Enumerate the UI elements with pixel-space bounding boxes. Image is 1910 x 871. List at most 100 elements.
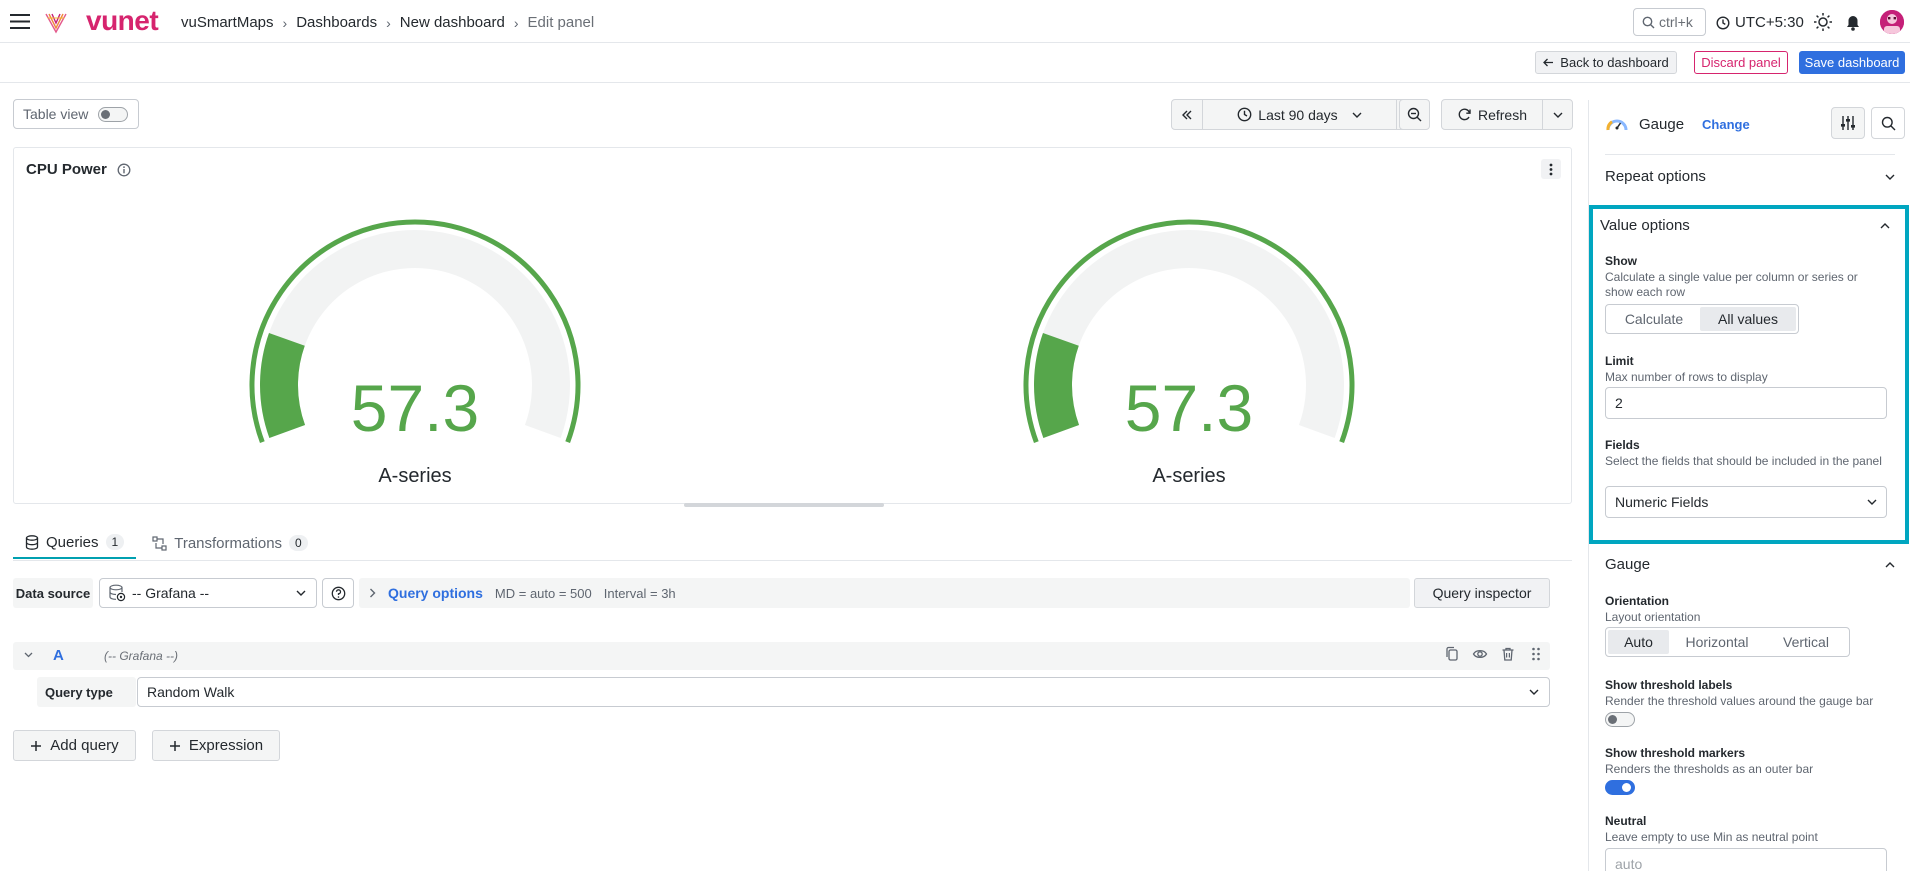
- threshold-markers-desc: Renders the thresholds as an outer bar: [1605, 762, 1814, 776]
- brand-name: vunet: [86, 5, 159, 36]
- plus-icon: [31, 740, 42, 751]
- brand-logo-icon: [45, 13, 67, 34]
- query-tabs: Queries 1 Transformations 0: [13, 527, 320, 559]
- search-icon: [1642, 16, 1655, 28]
- orientation-option-title: Orientation: [1605, 594, 1670, 608]
- orientation-auto-option[interactable]: Auto: [1608, 630, 1669, 654]
- breadcrumb-current: Edit panel: [527, 14, 595, 31]
- query-options-md: MD = auto = 500: [494, 585, 592, 601]
- save-dashboard-button[interactable]: Save dashboard: [1799, 51, 1905, 74]
- gauge-value: 57.3: [1125, 371, 1253, 445]
- gauge-value-arc: [260, 333, 306, 439]
- timezone-picker[interactable]: UTC+5:30: [1716, 14, 1804, 31]
- breadcrumb-item[interactable]: vuSmartMaps: [181, 14, 274, 31]
- options-view-button[interactable]: [1831, 107, 1865, 139]
- refresh-label: Refresh: [1477, 106, 1528, 123]
- chevrons-left-icon: [1181, 110, 1192, 119]
- zoom-out-button[interactable]: [1399, 99, 1430, 130]
- info-icon[interactable]: [117, 163, 131, 177]
- panel-preview: CPU Power 57.3 A-series 57.3 A-series: [13, 147, 1572, 504]
- refresh-button[interactable]: Refresh: [1442, 100, 1543, 129]
- threshold-labels-toggle[interactable]: [1605, 712, 1635, 727]
- gauge-section-title: Gauge: [1605, 556, 1651, 573]
- orientation-vertical-option[interactable]: Vertical: [1765, 630, 1847, 654]
- gauge-viz-icon: [1606, 119, 1628, 131]
- visualization-name: Gauge: [1639, 115, 1685, 133]
- back-to-dashboard-label: Back to dashboard: [1560, 55, 1669, 70]
- menu-icon[interactable]: [10, 13, 30, 30]
- grafana-datasource-icon: [109, 584, 126, 602]
- add-query-label: Add query: [50, 737, 119, 754]
- chevron-right-icon: ›: [386, 14, 391, 31]
- panel-resize-handle[interactable]: [684, 503, 884, 507]
- gauge-series-label: A-series: [1152, 465, 1225, 487]
- threshold-markers-toggle[interactable]: [1605, 780, 1635, 795]
- breadcrumb-item[interactable]: New dashboard: [400, 14, 505, 31]
- add-expression-button[interactable]: Expression: [152, 730, 280, 761]
- query-inspector-button[interactable]: Query inspector: [1414, 578, 1550, 608]
- query-row-header: A (-- Grafana --): [13, 642, 1550, 670]
- chevron-down-icon: [296, 590, 306, 596]
- change-visualization-link[interactable]: Change: [1702, 117, 1750, 132]
- bell-icon[interactable]: [1843, 12, 1863, 32]
- threshold-labels-title: Show threshold labels: [1605, 678, 1733, 692]
- action-bar: Back to dashboard Discard panel Save das…: [0, 43, 1910, 83]
- search-button[interactable]: ctrl+k: [1633, 8, 1706, 36]
- theme-sun-icon[interactable]: [1813, 12, 1833, 32]
- search-options-button[interactable]: [1871, 107, 1905, 139]
- timezone-label: UTC+5:30: [1735, 14, 1804, 31]
- drag-handle-icon[interactable]: [1528, 646, 1544, 662]
- add-expression-label: Expression: [188, 737, 264, 754]
- trash-icon[interactable]: [1500, 646, 1516, 662]
- database-icon: [25, 534, 39, 550]
- chevron-down-icon[interactable]: [24, 652, 33, 658]
- gauge-section-header[interactable]: Gauge: [1605, 556, 1895, 573]
- datasource-select[interactable]: -- Grafana --: [99, 578, 317, 608]
- tab-transformations-label: Transformations: [174, 534, 283, 552]
- tab-queries[interactable]: Queries 1: [13, 527, 137, 559]
- breadcrumb-item[interactable]: Dashboards: [296, 14, 377, 31]
- orientation-radio-group: Auto Horizontal Vertical: [1605, 627, 1850, 657]
- question-circle-icon: [331, 586, 345, 600]
- refresh-icon: [1458, 108, 1471, 121]
- datasource-row: Data source -- Grafana -- Query options …: [13, 578, 1572, 608]
- back-to-dashboard-button[interactable]: Back to dashboard: [1535, 51, 1677, 74]
- visualization-picker[interactable]: Gauge Change: [1605, 113, 1750, 135]
- tab-transformations[interactable]: Transformations 0: [140, 527, 320, 559]
- duplicate-icon[interactable]: [1444, 646, 1460, 662]
- gauge-value: 57.3: [351, 371, 479, 445]
- query-type-value: Random Walk: [147, 684, 235, 700]
- chevron-down-icon: [1529, 689, 1539, 695]
- query-ref-id[interactable]: A: [53, 647, 64, 664]
- highlight-box: [1589, 205, 1909, 544]
- divider: [1605, 154, 1895, 155]
- query-options-bar[interactable]: Query options MD = auto = 500 Interval =…: [359, 578, 1410, 608]
- user-avatar[interactable]: [1880, 10, 1904, 34]
- table-view-switch[interactable]: [98, 106, 129, 122]
- table-view-toggle[interactable]: Table view: [13, 99, 139, 129]
- user-avatar-icon: [1880, 10, 1904, 34]
- add-query-button[interactable]: Add query: [13, 730, 136, 761]
- breadcrumb: vuSmartMaps › Dashboards › New dashboard…: [181, 14, 594, 31]
- query-type-select[interactable]: Random Walk: [137, 677, 1550, 707]
- threshold-markers-title: Show threshold markers: [1605, 746, 1746, 760]
- clock-icon: [1716, 15, 1730, 30]
- gauge-value-arc: [1034, 333, 1080, 439]
- time-shift-back-button[interactable]: [1172, 100, 1203, 129]
- orientation-horizontal-option[interactable]: Horizontal: [1669, 630, 1765, 654]
- query-datasource-hint: (-- Grafana --): [104, 649, 179, 663]
- neutral-input[interactable]: auto: [1605, 848, 1887, 871]
- panel-menu-button[interactable]: [1541, 159, 1561, 179]
- time-range-button[interactable]: Last 90 days: [1203, 100, 1398, 129]
- chevron-down-icon: [1352, 112, 1362, 118]
- discard-panel-button[interactable]: Discard panel: [1694, 51, 1788, 74]
- tab-queries-label: Queries: [46, 533, 99, 551]
- datasource-help-button[interactable]: [322, 578, 354, 608]
- gauge: 57.3 A-series: [205, 188, 625, 498]
- repeat-options-header[interactable]: Repeat options: [1605, 168, 1895, 185]
- time-range-picker: Last 90 days: [1171, 99, 1429, 130]
- eye-icon[interactable]: [1472, 646, 1488, 662]
- chevron-up-icon: [1885, 561, 1895, 567]
- search-icon: [1881, 116, 1895, 130]
- refresh-interval-dropdown[interactable]: [1543, 100, 1572, 129]
